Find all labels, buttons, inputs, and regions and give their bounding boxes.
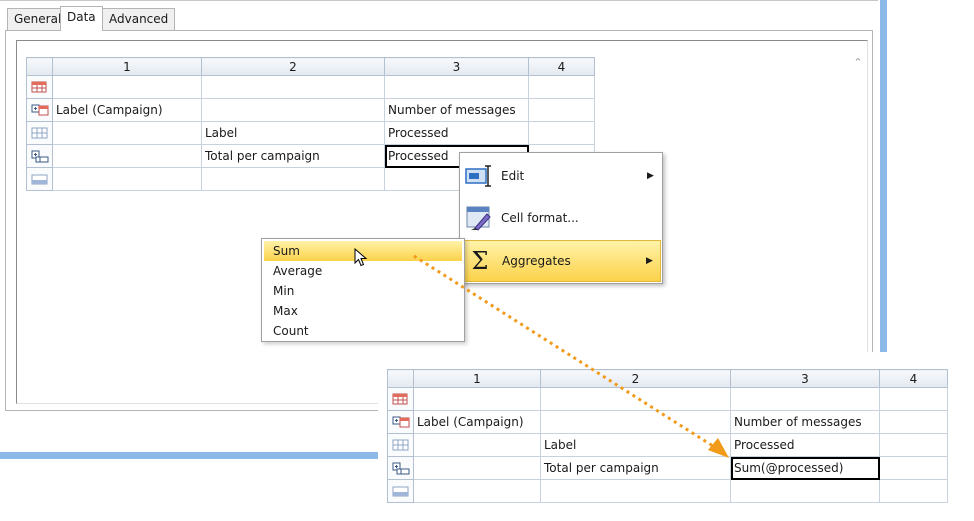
grid-bottom: 1 2 3 4 Label (Campaign) Number of messa…: [387, 369, 948, 503]
scroll-up-icon[interactable]: ⌃: [851, 56, 865, 70]
total-row-icon[interactable]: [387, 456, 414, 480]
table-cell[interactable]: [384, 75, 529, 99]
data-row-icon[interactable]: [26, 121, 53, 145]
context-menu: Edit ▶ Cell format... Σ Aggregates ▶: [459, 152, 663, 284]
table-cell[interactable]: [52, 144, 202, 168]
table-row: [387, 387, 948, 411]
menu-item-label: Edit: [501, 169, 525, 183]
table-cell[interactable]: [413, 433, 541, 457]
table-row: Label Processed: [26, 121, 595, 145]
table-cell[interactable]: [528, 121, 595, 145]
table-cell[interactable]: Label (Campaign): [413, 410, 541, 434]
table-cell[interactable]: [413, 387, 541, 411]
cell-format-icon: [461, 204, 497, 232]
table-cell[interactable]: Total per campaign: [540, 456, 731, 480]
table-cell[interactable]: [540, 387, 731, 411]
table-cell[interactable]: [879, 456, 948, 480]
table-cell[interactable]: Label (Campaign): [52, 98, 202, 122]
total-row-icon[interactable]: [26, 144, 53, 168]
corner-cell: [26, 57, 53, 76]
table-cell[interactable]: [879, 410, 948, 434]
table-row: Label Processed: [387, 433, 948, 457]
table-cell[interactable]: [413, 456, 541, 480]
submenu-item-max[interactable]: Max: [264, 301, 462, 321]
submenu-arrow-icon: ▶: [646, 256, 653, 266]
table-cell[interactable]: [730, 387, 880, 411]
tab-advanced[interactable]: Advanced: [102, 8, 176, 30]
footer-row-icon[interactable]: [387, 479, 414, 503]
menu-item-label: Cell format...: [501, 211, 579, 225]
selected-cell[interactable]: Sum(@processed): [730, 456, 880, 480]
table-cell[interactable]: [201, 98, 385, 122]
column-header[interactable]: 1: [52, 57, 202, 76]
table-cell[interactable]: [730, 479, 880, 503]
window-accent-bottom: [0, 452, 378, 459]
column-header[interactable]: 3: [730, 369, 880, 388]
table-row: Total per campaign Sum(@processed): [387, 456, 948, 480]
column-header[interactable]: 3: [384, 57, 529, 76]
table-cell[interactable]: Processed: [730, 433, 880, 457]
table-cell[interactable]: Label: [540, 433, 731, 457]
column-header[interactable]: 4: [528, 57, 595, 76]
menu-item-aggregates[interactable]: Σ Aggregates ▶: [461, 240, 661, 282]
table-row: [26, 75, 595, 99]
table-cell[interactable]: [540, 410, 731, 434]
mouse-cursor-icon: [354, 247, 368, 271]
corner-cell: [387, 369, 414, 388]
tab-data[interactable]: Data: [60, 6, 103, 31]
table-row: Label (Campaign) Number of messages: [26, 98, 595, 122]
table-row: [387, 479, 948, 503]
edit-icon: [461, 163, 497, 189]
submenu-arrow-icon: ▶: [647, 171, 654, 181]
column-header[interactable]: 2: [540, 369, 731, 388]
menu-item-cell-format[interactable]: Cell format...: [461, 197, 661, 239]
data-row-icon[interactable]: [387, 433, 414, 457]
window-top-border: [0, 0, 878, 1]
expand-label-row-icon[interactable]: [387, 410, 414, 434]
table-cell[interactable]: [540, 479, 731, 503]
table-cell[interactable]: [201, 167, 385, 191]
column-header[interactable]: 4: [879, 369, 948, 388]
menu-item-edit[interactable]: Edit ▶: [461, 155, 661, 197]
table-cell[interactable]: [201, 75, 385, 99]
table-cell[interactable]: [528, 98, 595, 122]
table-cell[interactable]: [413, 479, 541, 503]
grid-header-row: 1 2 3 4: [26, 57, 595, 76]
table-cell[interactable]: [528, 75, 595, 99]
table-cell[interactable]: [879, 479, 948, 503]
submenu-item-min[interactable]: Min: [264, 281, 462, 301]
window-accent-right: [880, 0, 887, 352]
table-cell[interactable]: Number of messages: [730, 410, 880, 434]
submenu-item-count[interactable]: Count: [264, 321, 462, 341]
sigma-icon: Σ: [471, 247, 489, 275]
table-cell[interactable]: [52, 121, 202, 145]
expand-label-row-icon[interactable]: [26, 98, 53, 122]
grid-header-row: 1 2 3 4: [387, 369, 948, 388]
table-cell[interactable]: [52, 167, 202, 191]
header-row-icon[interactable]: [387, 387, 414, 411]
header-row-icon[interactable]: [26, 75, 53, 99]
table-cell[interactable]: Number of messages: [384, 98, 529, 122]
column-header[interactable]: 2: [201, 57, 385, 76]
footer-row-icon[interactable]: [26, 167, 53, 191]
column-header[interactable]: 1: [413, 369, 541, 388]
menu-item-label: Aggregates: [502, 254, 571, 268]
table-row: Label (Campaign) Number of messages: [387, 410, 948, 434]
table-cell[interactable]: [879, 433, 948, 457]
table-cell[interactable]: [52, 75, 202, 99]
table-cell[interactable]: [879, 387, 948, 411]
table-cell[interactable]: Label: [201, 121, 385, 145]
table-cell[interactable]: Total per campaign: [201, 144, 385, 168]
table-cell[interactable]: Processed: [384, 121, 529, 145]
